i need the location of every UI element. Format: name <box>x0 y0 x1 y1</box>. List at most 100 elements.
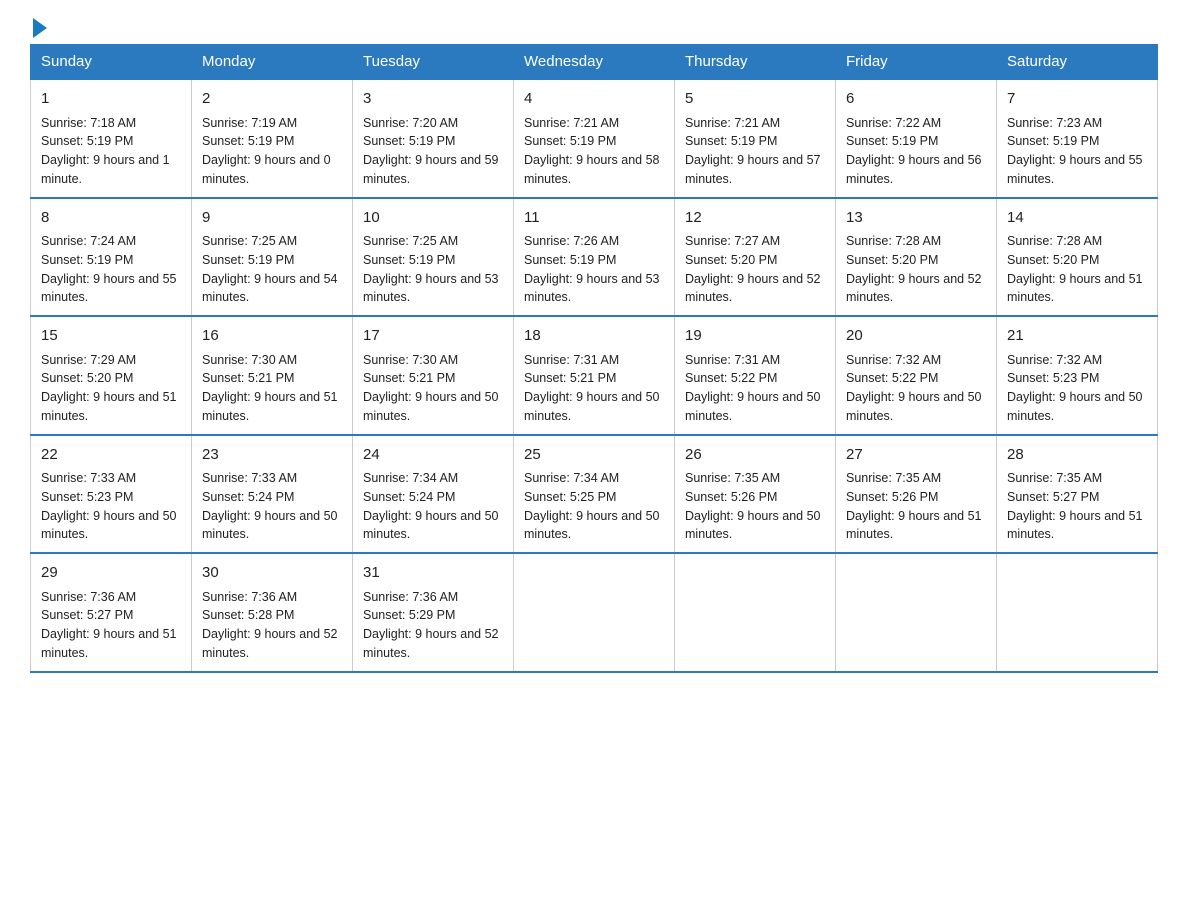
day-number: 10 <box>363 207 503 230</box>
day-number: 5 <box>685 88 825 111</box>
day-number: 11 <box>524 207 664 230</box>
day-number: 31 <box>363 562 503 585</box>
sunrise-info: Sunrise: 7:33 AM <box>41 471 136 485</box>
daylight-info: Daylight: 9 hours and 58 minutes. <box>524 153 660 186</box>
sunrise-info: Sunrise: 7:32 AM <box>1007 353 1102 367</box>
sunrise-info: Sunrise: 7:29 AM <box>41 353 136 367</box>
calendar-cell: 24Sunrise: 7:34 AMSunset: 5:24 PMDayligh… <box>353 435 514 554</box>
calendar-cell <box>675 553 836 672</box>
daylight-info: Daylight: 9 hours and 56 minutes. <box>846 153 982 186</box>
calendar-week-row: 1Sunrise: 7:18 AMSunset: 5:19 PMDaylight… <box>31 79 1158 198</box>
daylight-info: Daylight: 9 hours and 50 minutes. <box>363 509 499 542</box>
sunset-info: Sunset: 5:26 PM <box>685 490 777 504</box>
logo <box>30 20 47 34</box>
calendar-cell: 19Sunrise: 7:31 AMSunset: 5:22 PMDayligh… <box>675 316 836 435</box>
daylight-info: Daylight: 9 hours and 50 minutes. <box>846 390 982 423</box>
sunset-info: Sunset: 5:19 PM <box>41 253 133 267</box>
sunset-info: Sunset: 5:19 PM <box>202 253 294 267</box>
sunrise-info: Sunrise: 7:36 AM <box>41 590 136 604</box>
calendar-cell: 16Sunrise: 7:30 AMSunset: 5:21 PMDayligh… <box>192 316 353 435</box>
calendar-cell: 2Sunrise: 7:19 AMSunset: 5:19 PMDaylight… <box>192 79 353 198</box>
sunrise-info: Sunrise: 7:34 AM <box>363 471 458 485</box>
daylight-info: Daylight: 9 hours and 53 minutes. <box>524 272 660 305</box>
calendar-cell: 8Sunrise: 7:24 AMSunset: 5:19 PMDaylight… <box>31 198 192 317</box>
sunset-info: Sunset: 5:20 PM <box>1007 253 1099 267</box>
calendar-cell: 4 Sunrise: 7:21 AM Sunset: 5:19 PM Daylight… <box>514 79 675 198</box>
calendar-cell: 13Sunrise: 7:28 AMSunset: 5:20 PMDayligh… <box>836 198 997 317</box>
day-number: 6 <box>846 88 986 111</box>
daylight-info: Daylight: 9 hours and 52 minutes. <box>685 272 821 305</box>
daylight-info: Daylight: 9 hours and 51 minutes. <box>846 509 982 542</box>
sunrise-info: Sunrise: 7:34 AM <box>524 471 619 485</box>
daylight-info: Daylight: 9 hours and 53 minutes. <box>363 272 499 305</box>
daylight-info: Daylight: 9 hours and 50 minutes. <box>1007 390 1143 423</box>
weekday-header-wednesday: Wednesday <box>514 45 675 80</box>
page-header <box>30 20 1158 34</box>
sunrise-info: Sunrise: 7:30 AM <box>202 353 297 367</box>
daylight-info: Daylight: 9 hours and 51 minutes. <box>202 390 338 423</box>
day-number: 16 <box>202 325 342 348</box>
sunset-info: Sunset: 5:26 PM <box>846 490 938 504</box>
day-number: 23 <box>202 444 342 467</box>
calendar-cell: 6Sunrise: 7:22 AMSunset: 5:19 PMDaylight… <box>836 79 997 198</box>
daylight-info: Daylight: 9 hours and 50 minutes. <box>202 509 338 542</box>
sunrise-info: Sunrise: 7:21 AM <box>524 116 619 130</box>
sunset-info: Sunset: 5:27 PM <box>41 608 133 622</box>
calendar-header-row: SundayMondayTuesdayWednesdayThursdayFrid… <box>31 45 1158 80</box>
sunrise-info: Sunrise: 7:35 AM <box>685 471 780 485</box>
daylight-info: Daylight: 9 hours and 51 minutes. <box>41 390 177 423</box>
sunset-info: Sunset: 5:20 PM <box>685 253 777 267</box>
calendar-table: SundayMondayTuesdayWednesdayThursdayFrid… <box>30 44 1158 673</box>
daylight-info: Daylight: 9 hours and 57 minutes. <box>685 153 821 186</box>
calendar-cell: 10Sunrise: 7:25 AMSunset: 5:19 PMDayligh… <box>353 198 514 317</box>
sunrise-info: Sunrise: 7:31 AM <box>524 353 619 367</box>
calendar-cell <box>514 553 675 672</box>
sunset-info: Sunset: 5:23 PM <box>41 490 133 504</box>
calendar-week-row: 29Sunrise: 7:36 AMSunset: 5:27 PMDayligh… <box>31 553 1158 672</box>
day-number: 14 <box>1007 207 1147 230</box>
daylight-info: Daylight: 9 hours and 52 minutes. <box>363 627 499 660</box>
daylight-info: Daylight: 9 hours and 50 minutes. <box>524 509 660 542</box>
calendar-cell: 29Sunrise: 7:36 AMSunset: 5:27 PMDayligh… <box>31 553 192 672</box>
sunrise-info: Sunrise: 7:33 AM <box>202 471 297 485</box>
day-number: 4 <box>524 88 664 111</box>
daylight-info: Daylight: 9 hours and 50 minutes. <box>685 509 821 542</box>
day-number: 9 <box>202 207 342 230</box>
day-number: 27 <box>846 444 986 467</box>
daylight-info: Daylight: 9 hours and 50 minutes. <box>41 509 177 542</box>
calendar-cell: 26Sunrise: 7:35 AMSunset: 5:26 PMDayligh… <box>675 435 836 554</box>
sunrise-info: Sunrise: 7:24 AM <box>41 234 136 248</box>
calendar-cell: 28Sunrise: 7:35 AMSunset: 5:27 PMDayligh… <box>997 435 1158 554</box>
calendar-cell: 18Sunrise: 7:31 AMSunset: 5:21 PMDayligh… <box>514 316 675 435</box>
calendar-cell: 30Sunrise: 7:36 AMSunset: 5:28 PMDayligh… <box>192 553 353 672</box>
sunrise-info: Sunrise: 7:22 AM <box>846 116 941 130</box>
calendar-cell: 12Sunrise: 7:27 AMSunset: 5:20 PMDayligh… <box>675 198 836 317</box>
day-number: 19 <box>685 325 825 348</box>
weekday-header-tuesday: Tuesday <box>353 45 514 80</box>
day-number: 22 <box>41 444 181 467</box>
sunrise-info: Sunrise: 7:26 AM <box>524 234 619 248</box>
daylight-info: Daylight: 9 hours and 51 minutes. <box>1007 509 1143 542</box>
calendar-cell: 14Sunrise: 7:28 AMSunset: 5:20 PMDayligh… <box>997 198 1158 317</box>
daylight-info: Daylight: 9 hours and 51 minutes. <box>1007 272 1143 305</box>
sunrise-info: Sunrise: 7:27 AM <box>685 234 780 248</box>
calendar-cell: 5Sunrise: 7:21 AMSunset: 5:19 PMDaylight… <box>675 79 836 198</box>
day-number: 7 <box>1007 88 1147 111</box>
calendar-week-row: 15Sunrise: 7:29 AMSunset: 5:20 PMDayligh… <box>31 316 1158 435</box>
sunrise-info: Sunrise: 7:36 AM <box>363 590 458 604</box>
daylight-info: Daylight: 9 hours and 54 minutes. <box>202 272 338 305</box>
sunset-info: Sunset: 5:20 PM <box>41 371 133 385</box>
calendar-cell: 27Sunrise: 7:35 AMSunset: 5:26 PMDayligh… <box>836 435 997 554</box>
sunrise-info: Sunrise: 7:23 AM <box>1007 116 1102 130</box>
daylight-info: Daylight: 9 hours and 50 minutes. <box>524 390 660 423</box>
sunset-info: Sunset: 5:19 PM <box>41 134 133 148</box>
day-number: 17 <box>363 325 503 348</box>
sunset-info: Sunset: 5:29 PM <box>363 608 455 622</box>
sunset-info: Sunset: 5:25 PM <box>524 490 616 504</box>
calendar-cell: 7Sunrise: 7:23 AMSunset: 5:19 PMDaylight… <box>997 79 1158 198</box>
daylight-info: Daylight: 9 hours and 52 minutes. <box>202 627 338 660</box>
sunset-info: Sunset: 5:19 PM <box>524 134 616 148</box>
day-number: 3 <box>363 88 503 111</box>
sunset-info: Sunset: 5:19 PM <box>524 253 616 267</box>
sunrise-info: Sunrise: 7:28 AM <box>846 234 941 248</box>
